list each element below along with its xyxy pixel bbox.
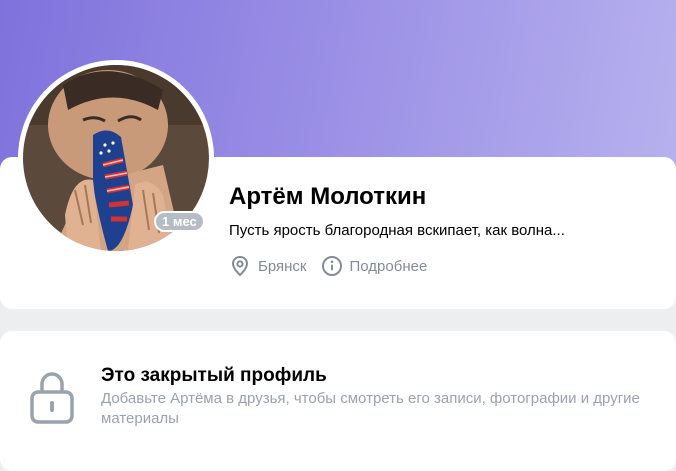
info-circle-icon: [321, 256, 342, 276]
last-seen-text: 1 мес: [156, 213, 203, 230]
city-label: Брянск: [258, 257, 307, 275]
city-item[interactable]: Брянск: [229, 255, 307, 277]
private-profile-description: Добавьте Артёма в друзья, чтобы смотреть…: [101, 390, 640, 427]
profile-status: Пусть ярость благородная вскипает, как в…: [229, 222, 565, 239]
location-pin-icon: [231, 255, 249, 277]
lock-icon: [30, 372, 74, 424]
profile-info-row: Брянск Подробнее: [229, 254, 441, 278]
last-seen-badge: 1 мес: [154, 211, 205, 232]
profile-name: Артём Молоткин: [229, 183, 427, 210]
details-label: Подробнее: [349, 257, 428, 275]
details-link[interactable]: Подробнее: [321, 255, 428, 277]
private-profile-title: Это закрытый профиль: [101, 365, 327, 386]
